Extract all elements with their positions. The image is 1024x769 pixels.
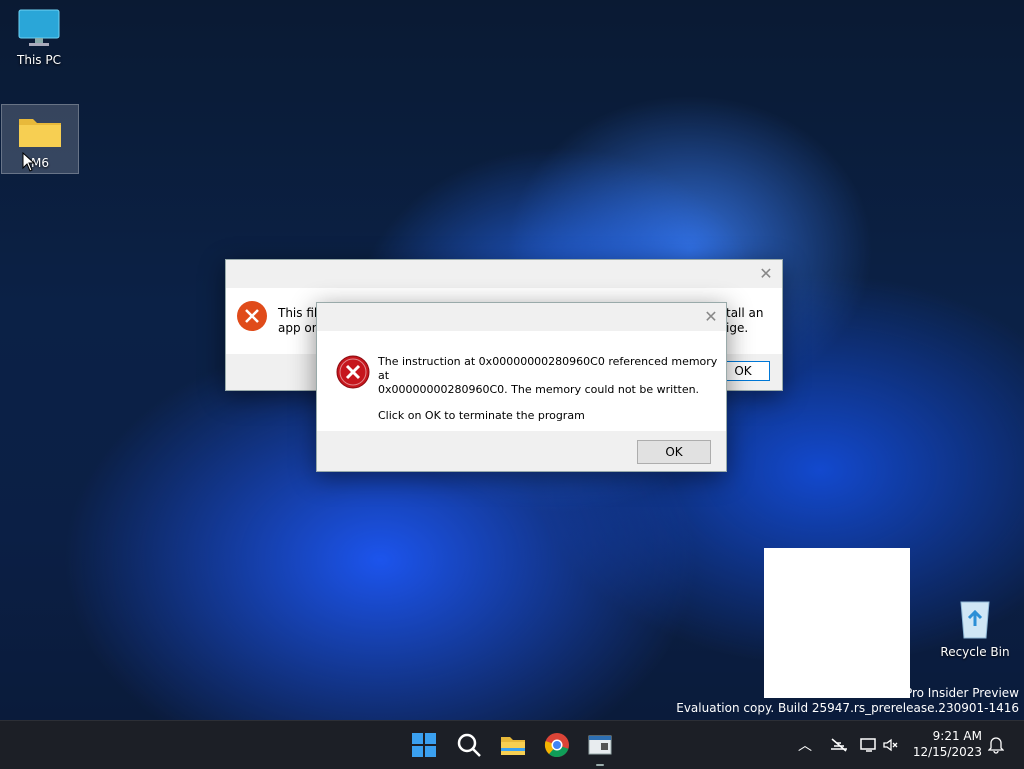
error-icon (336, 355, 370, 389)
app-window-icon[interactable] (586, 731, 614, 759)
front-dialog-message: The instruction at 0x00000000280960C0 re… (378, 355, 718, 423)
close-button[interactable]: ✕ (758, 266, 774, 282)
notification-bell-icon[interactable] (988, 736, 1004, 754)
back-dialog-line-2: app or, (278, 321, 321, 335)
mouse-cursor-icon (22, 152, 36, 172)
front-error-dialog: ✕ The instruction at 0x00000000280960C0 … (316, 302, 727, 472)
front-dialog-ok-button[interactable]: OK (637, 440, 711, 464)
close-button[interactable]: ✕ (703, 309, 719, 325)
volume-muted-icon[interactable] (882, 737, 900, 753)
network-offline-icon[interactable] (830, 737, 848, 753)
desktop-icon-label: Recycle Bin (940, 645, 1010, 659)
watermark-line-2: Evaluation copy. Build 25947.rs_prerelea… (676, 701, 1019, 715)
message-line-2: 0x00000000280960C0. The memory could not… (378, 383, 700, 396)
back-dialog-text-left: This fil app or, (278, 306, 321, 336)
active-app-indicator (596, 764, 604, 766)
desktop-icon-m6-folder[interactable]: M6 (1, 104, 79, 174)
start-icon[interactable] (410, 731, 438, 759)
recycle-bin-icon (960, 601, 990, 639)
display-icon[interactable] (860, 737, 878, 753)
taskbar: ︿ 9:21 AM 12/15/2023 (0, 720, 1024, 769)
back-dialog-text-right: tall an ige. (726, 306, 764, 336)
back-dialog-line-3: tall an (726, 306, 764, 320)
monitor-icon (18, 9, 60, 46)
chevron-up-icon[interactable]: ︿ (798, 735, 812, 755)
blank-white-panel (764, 548, 910, 698)
message-line-3: Click on OK to terminate the program (378, 409, 585, 422)
file-explorer-icon[interactable] (499, 731, 527, 759)
error-icon (237, 301, 267, 331)
desktop-icon-this-pc[interactable]: This PC (8, 8, 70, 67)
clock-date[interactable]: 12/15/2023 (912, 745, 982, 759)
clock-time[interactable]: 9:21 AM (920, 729, 982, 743)
chrome-icon[interactable] (543, 731, 571, 759)
message-line-1: The instruction at 0x00000000280960C0 re… (378, 355, 718, 382)
back-dialog-line-1: This fil (278, 306, 318, 320)
search-icon[interactable] (455, 731, 483, 759)
folder-icon (19, 119, 61, 147)
back-dialog-line-4: ige. (726, 321, 749, 335)
desktop-icon-label: This PC (17, 53, 61, 67)
desktop-icon-label: M6 (31, 156, 49, 170)
watermark-line-1: 1 Pro Insider Preview (893, 686, 1020, 700)
desktop-icon-recycle-bin[interactable]: Recycle Bin (940, 596, 1010, 659)
